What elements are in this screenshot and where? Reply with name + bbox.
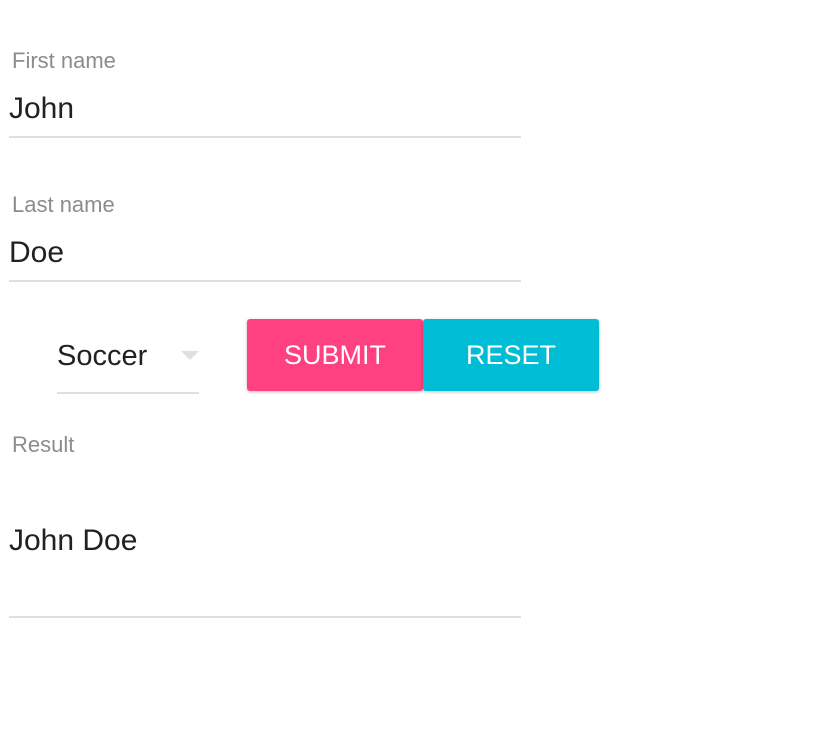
last-name-underline <box>9 280 521 282</box>
reset-button[interactable]: RESET <box>423 319 599 391</box>
result-label: Result <box>12 432 75 457</box>
caret-down-icon <box>181 351 199 360</box>
first-name-label: First name <box>12 48 116 73</box>
last-name-label: Last name <box>12 192 115 217</box>
result-underline <box>9 616 521 618</box>
first-name-underline <box>9 136 521 138</box>
last-name-field: Last name <box>9 192 521 284</box>
submit-button[interactable]: SUBMIT <box>247 319 423 391</box>
sport-select-underline <box>57 392 199 394</box>
result-field: Result John Doe <box>9 432 521 622</box>
form-page: First name Last name Soccer SUBMIT RESET… <box>0 0 822 748</box>
sport-select[interactable]: Soccer <box>57 328 199 396</box>
first-name-field: First name <box>9 48 521 140</box>
last-name-input[interactable] <box>9 236 521 270</box>
result-value: John Doe <box>9 524 138 557</box>
sport-select-value: Soccer <box>57 340 148 372</box>
first-name-input[interactable] <box>9 92 521 126</box>
